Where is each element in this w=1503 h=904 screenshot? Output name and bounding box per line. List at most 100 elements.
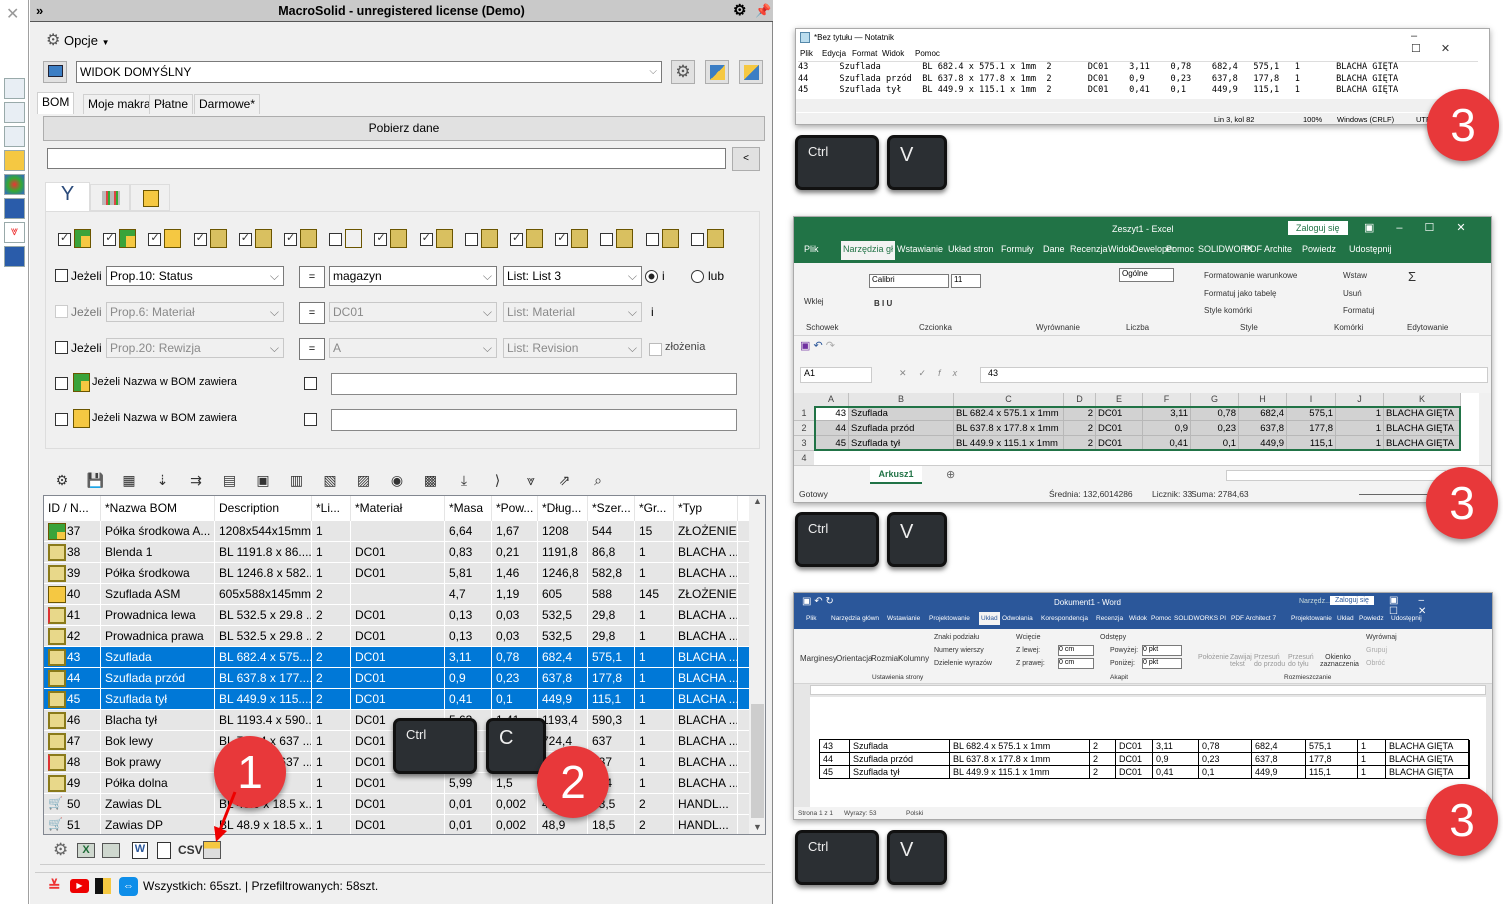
subtab-filter[interactable]: Y (45, 182, 90, 212)
word-table-cell[interactable]: 682,4 (1252, 740, 1306, 753)
name-filter-input[interactable] (331, 409, 737, 431)
add-sheet-icon[interactable]: ⊕ (946, 468, 955, 481)
cell-styles-button[interactable]: Style komórki (1204, 306, 1252, 315)
text-export-icon[interactable] (157, 842, 171, 859)
word-table-cell[interactable]: 177,8 (1306, 753, 1358, 766)
filter-checkbox-drawing[interactable] (464, 233, 478, 246)
word-tab[interactable]: Pomoc (1151, 615, 1171, 622)
column-header[interactable]: *Li... (312, 496, 351, 521)
search-input[interactable] (47, 148, 726, 169)
column-header-F[interactable]: F (1143, 393, 1191, 406)
scrollbar-thumb[interactable] (751, 704, 764, 818)
teamviewer-icon[interactable]: ⇔ (119, 877, 138, 896)
table-row[interactable]: 45 Szuflada tył BL 449.9 x 115.... 2 DC01 0,4… (44, 689, 749, 710)
notepad-menu-item[interactable]: Pomoc (915, 49, 940, 58)
word-table-cell[interactable]: 0,41 (1153, 766, 1199, 779)
table-row[interactable]: 38 Blenda 1 BL 1191.8 x 86.... 1 DC01 0,83 0,2… (44, 542, 749, 563)
table-row[interactable]: 41 Prowadnica lewa BL 532.5 x 29.8 ... 2 DC0… (44, 605, 749, 626)
word-table-cell[interactable]: 637,8 (1252, 753, 1306, 766)
csv-export-button[interactable]: CSV (178, 843, 203, 857)
font-size-select[interactable]: 11 (951, 274, 981, 288)
filter-checkbox-assembly[interactable] (103, 231, 117, 246)
part-icon[interactable] (4, 102, 25, 123)
font-name-select[interactable]: Calibri (869, 274, 949, 288)
word-table-cell[interactable]: 1 (1358, 740, 1386, 753)
excel-tab[interactable]: Wstawianie (897, 244, 943, 254)
view-import-button[interactable] (705, 60, 729, 84)
macrosolid-icon[interactable]: ⩔ (521, 470, 541, 490)
excel-tab[interactable]: Udostępnij (1349, 244, 1392, 254)
table-row[interactable]: 37 Półka środkowa A... 1208x544x15mm 1 6,64 1… (44, 521, 749, 542)
condition-property-select[interactable]: Prop.10: Status ⌵ (106, 266, 284, 286)
word-table-cell[interactable]: Szuflada przód (850, 753, 950, 766)
gear-icon[interactable]: ⚙ (733, 0, 746, 22)
word-signin-button[interactable]: Zaloguj się (1330, 596, 1374, 605)
word-table-cell[interactable]: DC01 (1116, 753, 1153, 766)
filter-checkbox-part[interactable] (238, 231, 252, 246)
row-header[interactable]: 3 (794, 436, 814, 451)
word-tab[interactable]: Układ (979, 612, 1000, 625)
home-icon[interactable] (4, 78, 25, 99)
column-header-B[interactable]: B (849, 393, 954, 406)
column-header-C[interactable]: C (954, 393, 1064, 406)
excel-export-icon[interactable]: X (77, 843, 95, 858)
scroll-down-icon[interactable]: ▼ (753, 822, 762, 832)
spacing-after-input[interactable]: 0 pkt (1142, 658, 1182, 669)
condition-value-select[interactable]: DC01 ⌵ (329, 302, 497, 322)
word-table-cell[interactable]: 43 (820, 740, 850, 753)
word-tab[interactable]: Projektowanie (929, 615, 970, 622)
excel-signin-button[interactable]: Zaloguj się (1288, 221, 1348, 235)
word-export-icon[interactable]: W (132, 842, 148, 859)
word-table-cell[interactable]: Szuflada (850, 740, 950, 753)
condition-list-select[interactable]: List: List 3 ⌵ (503, 266, 642, 286)
format-as-table-button[interactable]: Formatuj jako tabelę (1204, 289, 1276, 298)
size-button[interactable]: Rozmiar (871, 654, 901, 663)
word-table-cell[interactable]: 0,1 (1199, 766, 1252, 779)
word-table-cell[interactable]: BLACHA GIĘTA (1386, 740, 1470, 753)
row-header[interactable]: 4 (794, 451, 814, 466)
filter-checkbox-folder[interactable] (510, 231, 523, 246)
vertical-scrollbar[interactable]: ▲ ▼ (749, 496, 765, 834)
properties-icon[interactable] (4, 150, 25, 171)
wrap-text-button[interactable]: Zawijaj tekst (1230, 654, 1254, 668)
pin-icon[interactable]: 📌 (755, 0, 771, 22)
position-button[interactable]: Położenie (1198, 654, 1229, 661)
word-table-cell[interactable]: DC01 (1116, 740, 1153, 753)
orientation-button[interactable]: Orientacja (836, 654, 872, 663)
condition-property-select[interactable]: Prop.20: Rewizja ⌵ (106, 338, 284, 358)
condition-property-select[interactable]: Prop.6: Materiał ⌵ (106, 302, 284, 322)
subtab-table[interactable] (90, 184, 130, 211)
filter-checkbox-weldment[interactable] (284, 231, 297, 246)
settings-icon[interactable]: ⚙ (52, 470, 72, 490)
word-table-cell[interactable]: 1 (1358, 753, 1386, 766)
tree-icon[interactable]: ⇉ (186, 470, 206, 490)
table-row[interactable]: 44 Szuflada przód BL 637.8 x 177.... 2 DC01 0… (44, 668, 749, 689)
column-header-H[interactable]: H (1239, 393, 1287, 406)
tab-paid[interactable]: Płatne (149, 94, 194, 114)
subtab-export[interactable] (130, 184, 170, 211)
autosum-icon[interactable]: Σ (1408, 269, 1416, 284)
column-header-A[interactable]: A (814, 393, 849, 406)
word-table-cell[interactable]: Szuflada tył (850, 766, 950, 779)
condition-value-select[interactable]: magazyn ⌵ (329, 266, 497, 286)
column-header[interactable]: Description (215, 496, 312, 521)
filter-checkbox-structural-beam[interactable] (329, 233, 343, 246)
table-row[interactable]: 39 Półka środkowa BL 1246.8 x 582... 1 DC01 5… (44, 563, 749, 584)
excel-tab[interactable]: Powiedz (1302, 244, 1336, 254)
excel-tab[interactable]: Widok (1108, 244, 1133, 254)
word-tab[interactable]: Wstawianie (887, 615, 920, 622)
table-row[interactable]: 40 Szuflada ASM 605x588x145mm 2 4,7 1,19 605 58… (44, 584, 749, 605)
view-settings-button[interactable]: ⚙ (671, 60, 695, 84)
and-radio[interactable] (645, 270, 658, 283)
format-cells-button[interactable]: Formatuj (1343, 306, 1375, 315)
view-select[interactable]: WIDOK DOMYŚLNY ⌵ (76, 61, 662, 83)
macro-run-icon[interactable]: ⟩ (488, 470, 508, 490)
condition-operator[interactable]: = (299, 266, 325, 288)
qr-code-icon[interactable]: ▩ (421, 470, 441, 490)
list-icon[interactable] (4, 198, 25, 219)
word-tab[interactable]: Recenzja (1096, 615, 1123, 622)
word-table-cell[interactable]: DC01 (1116, 766, 1153, 779)
select-all-corner[interactable] (794, 393, 814, 406)
spacing-before-input[interactable]: 0 pkt (1142, 645, 1182, 656)
excel-tab[interactable]: Układ stron (948, 244, 994, 254)
